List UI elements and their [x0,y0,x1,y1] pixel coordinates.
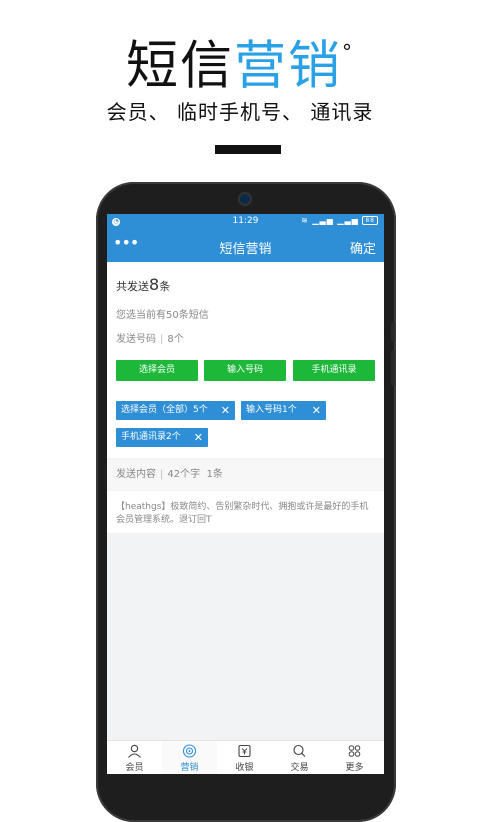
send-numbers: 发送号码 | 8个 [116,330,184,345]
total-send: 共发送8条 [116,275,170,294]
sms-count: 1条 [206,469,223,480]
char-count: 42个字 [167,469,201,480]
app-bar: ••• 短信营销 确定 [107,230,384,262]
message-card[interactable]: 【heathgs】极致简约、告别繁杂时代、拥抱或许是最好的手机会员管理系统。退订… [107,491,384,533]
promo-divider [215,145,281,154]
remaining-sms: 您选当前有50条短信 [116,310,209,321]
content-header: 发送内容 | 42个字 1条 [107,460,384,490]
phone-side-button [391,322,395,342]
select-members-button[interactable]: 选择会员 [116,360,198,381]
enter-number-button[interactable]: 输入号码 [204,360,286,381]
close-icon[interactable]: ✕ [194,428,203,447]
tab-label: 交易 [290,763,309,773]
tab-label: 收银 [235,763,254,773]
promo-title: 短信营销° [0,26,480,98]
person-icon [128,744,141,758]
tab-more[interactable]: 更多 [327,741,382,774]
status-icons: ≋ ▁▃▅ ▁▃▅ 88 [301,216,378,225]
phone-screen: ◔ 11:29 ≋ ▁▃▅ ▁▃▅ 88 ••• 短信营销 确定 共发送8条 您… [107,214,384,774]
close-icon[interactable]: ✕ [221,401,230,420]
chip-selected-members: 选择会员（全部）5个 ✕ [116,401,235,420]
recipient-card: 共发送8条 您选当前有50条短信 发送号码 | 8个 选择会员 输入号码 手机通讯录… [107,262,384,458]
total-suffix: 条 [159,280,171,293]
status-bar: ◔ 11:29 ≋ ▁▃▅ ▁▃▅ 88 [107,214,384,230]
message-text[interactable]: 【heathgs】极致简约、告别繁杂时代、拥抱或许是最好的手机会员管理系统。退订… [116,501,374,527]
tab-label: 会员 [125,763,144,773]
send-numbers-count: 8个 [167,334,184,345]
cashier-icon [238,744,251,758]
grid-icon [348,745,361,757]
tab-marketing[interactable]: 营销 [162,741,217,774]
tab-cashier[interactable]: 收银 [217,741,272,774]
content-label: 发送内容 [116,469,156,480]
divider: | [160,334,164,345]
camera-icon [240,194,250,204]
close-icon[interactable]: ✕ [312,401,321,420]
confirm-button[interactable]: 确定 [350,238,376,257]
chip-phone-contacts: 手机通讯录2个 ✕ [116,428,208,447]
target-icon [182,744,197,758]
total-prefix: 共发送 [116,280,149,293]
chip-entered-numbers: 输入号码1个 ✕ [241,401,326,420]
tab-members[interactable]: 会员 [107,741,162,774]
phone-side-button [391,350,395,386]
tab-label: 营销 [180,763,199,773]
promo-title-mark: ° [342,40,355,64]
bottom-tab-bar: 会员 营销 收银 交易 更多 [107,740,384,774]
chip-label: 输入号码1个 [246,405,297,415]
battery-icon: 88 [362,216,378,225]
send-numbers-label: 发送号码 [116,334,156,345]
chip-label: 手机通讯录2个 [121,432,181,442]
promo-subtitle: 会员、 临时手机号、 通讯录 [106,100,374,124]
wifi-icon: ≋ [301,216,309,225]
promo-title-dark: 短信 [125,36,234,97]
search-icon [293,744,306,757]
chip-label: 选择会员（全部）5个 [121,405,208,415]
divider: | [160,469,164,480]
app-title: 短信营销 [219,242,272,257]
promo-title-blue: 营销 [234,36,343,97]
signal-icon: ▁▃▅ [337,216,359,225]
total-count: 8 [149,275,160,294]
tab-label: 更多 [345,763,364,773]
phone-contacts-button[interactable]: 手机通讯录 [293,360,375,381]
tab-transactions[interactable]: 交易 [272,741,327,774]
signal-icon: ▁▃▅ [312,216,334,225]
